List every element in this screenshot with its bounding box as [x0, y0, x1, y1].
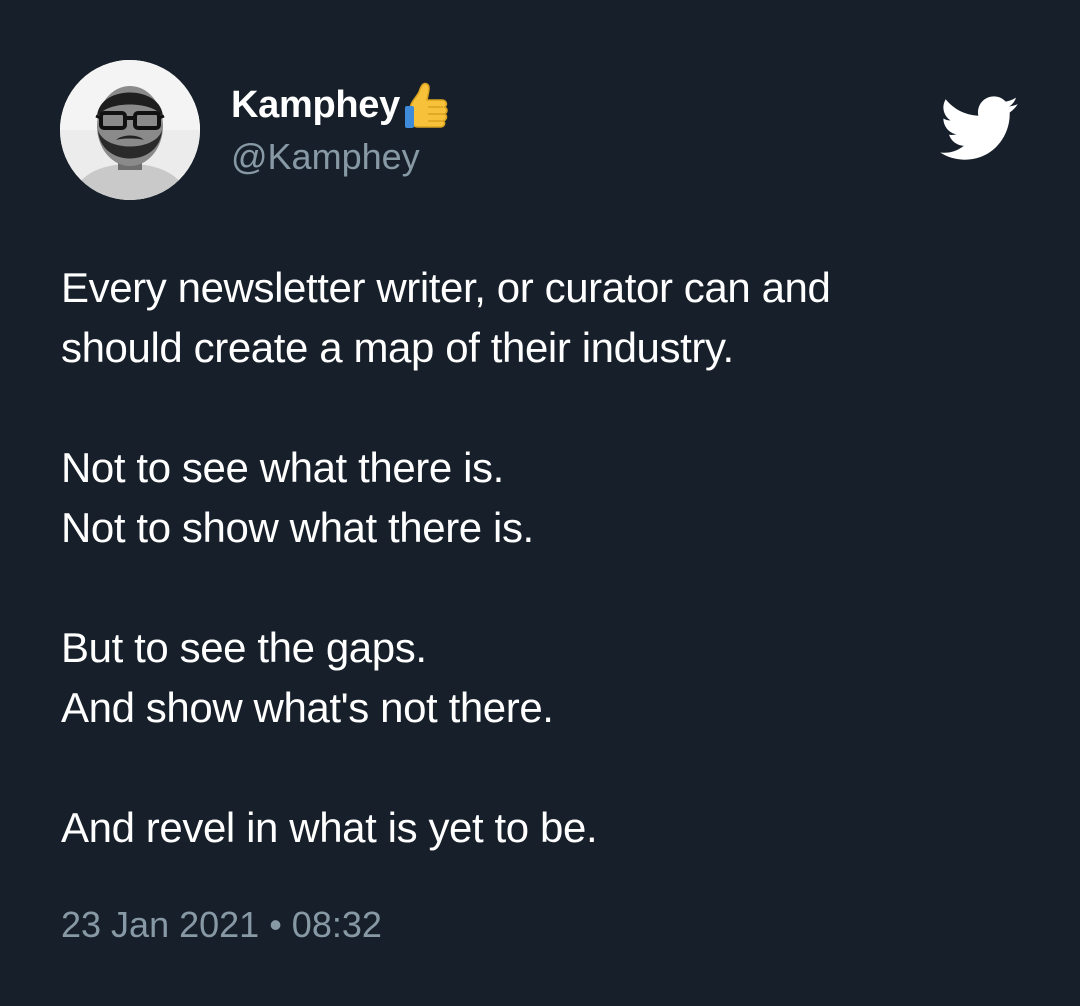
- tweet-line: And show what's not there.: [61, 684, 554, 731]
- avatar-portrait-icon: [60, 60, 200, 200]
- display-name[interactable]: Kamphey: [231, 84, 400, 127]
- tweet-text: Every newsletter writer, or curator can …: [61, 258, 1021, 858]
- tweet-line: And revel in what is yet to be.: [61, 804, 598, 851]
- tweet-line: Not to show what there is.: [61, 504, 534, 551]
- timestamp-separator: •: [269, 904, 282, 945]
- tweet-line: But to see the gaps.: [61, 624, 427, 671]
- display-name-row: Kamphey: [231, 80, 450, 130]
- thumbs-up-icon: [404, 80, 450, 130]
- twitter-bird-icon[interactable]: [940, 96, 1020, 162]
- avatar[interactable]: [60, 60, 200, 200]
- tweet-line: Every newsletter writer, or curator can …: [61, 264, 831, 311]
- tweet-date: 23 Jan 2021: [61, 904, 260, 945]
- tweet-line: should create a map of their industry.: [61, 324, 734, 371]
- user-handle[interactable]: @Kamphey: [231, 136, 420, 178]
- tweet-line: Not to see what there is.: [61, 444, 504, 491]
- tweet-timestamp[interactable]: 23 Jan 2021 • 08:32: [61, 904, 382, 946]
- tweet-card: Kamphey @Kamphey Every newsletter writer…: [0, 0, 1080, 1006]
- tweet-time: 08:32: [291, 904, 382, 945]
